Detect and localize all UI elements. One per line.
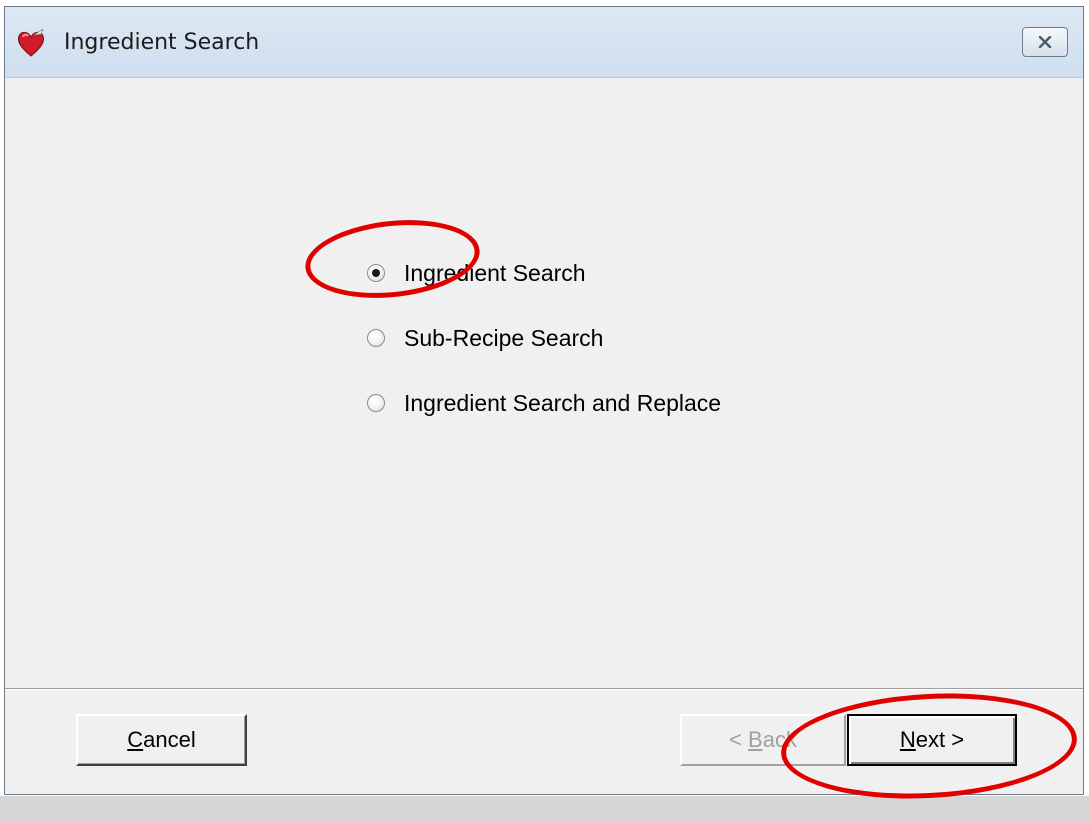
option-label: Ingredient Search and Replace [404, 389, 722, 416]
next-label: ext > [915, 727, 965, 752]
back-prefix: < [729, 727, 749, 752]
heart-icon [17, 29, 45, 57]
option-ingredient-search-and-replace[interactable]: Ingredient Search and Replace [367, 388, 721, 418]
cancel-button[interactable]: Cancel [76, 714, 247, 766]
cancel-mnemonic: C [127, 727, 144, 752]
close-button[interactable] [1022, 27, 1068, 57]
background-strip [0, 796, 1089, 822]
radio-button[interactable] [367, 264, 385, 282]
title-bar[interactable]: Ingredient Search [5, 7, 1083, 78]
close-icon [1038, 36, 1052, 48]
footer-separator [5, 688, 1083, 690]
dialog-content: Ingredient Search Sub-Recipe Search Ingr… [5, 78, 1083, 686]
option-label: Sub-Recipe Search [404, 324, 604, 351]
radio-button[interactable] [367, 394, 385, 412]
option-label: Ingredient Search [404, 259, 586, 286]
option-ingredient-search[interactable]: Ingredient Search [367, 258, 586, 288]
radio-button[interactable] [367, 329, 385, 347]
screen: Ingredient Search Ingredient Search Sub-… [0, 0, 1089, 822]
next-button[interactable]: Next > [847, 714, 1017, 766]
next-mnemonic: N [899, 727, 916, 752]
dialog-window: Ingredient Search Ingredient Search Sub-… [4, 6, 1084, 795]
back-mnemonic: B [748, 727, 763, 752]
back-label: ack [762, 727, 797, 752]
cancel-label: ancel [143, 727, 196, 752]
option-sub-recipe-search[interactable]: Sub-Recipe Search [367, 323, 603, 353]
back-button[interactable]: < Back [680, 714, 846, 766]
window-title: Ingredient Search [64, 30, 260, 55]
